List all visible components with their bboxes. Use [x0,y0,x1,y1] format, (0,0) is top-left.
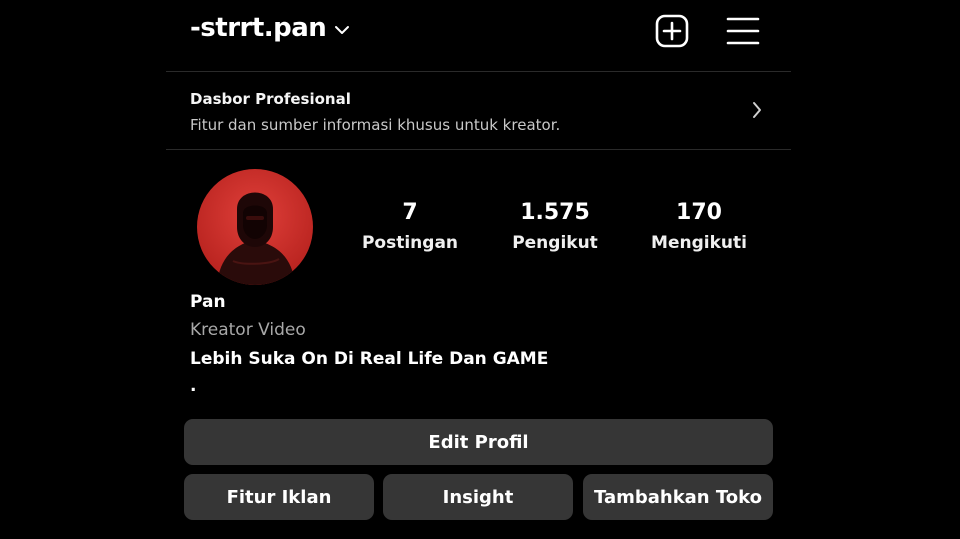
insight-button[interactable]: Insight [383,474,573,520]
posts-label: Postingan [361,233,459,253]
following-label: Mengikuti [651,233,747,253]
chevron-right-icon [751,101,763,123]
bio-text: Lebih Suka On Di Real Life Dan GAME [190,349,549,369]
add-shop-button[interactable]: Tambahkan Toko [583,474,773,520]
posts-count[interactable]: 7 Postingan [350,198,470,256]
hamburger-menu-icon [726,17,760,45]
posts-value: 7 [402,200,418,225]
professional-dashboard-link[interactable]: Dasbor Profesional Fitur dan sumber info… [166,72,791,149]
dashboard-title: Dasbor Profesional [190,90,351,108]
profile-header: -strrt.pan [166,0,791,72]
plus-square-icon [655,14,689,48]
followers-count[interactable]: 1.575 Pengikut [495,198,615,256]
profile-screen: -strrt.pan Dasbor Profesional Fitur dan … [166,0,791,539]
followers-value: 1.575 [520,200,590,225]
following-value: 170 [676,200,722,225]
ad-tools-button[interactable]: Fitur Iklan [184,474,374,520]
bio-extra-line: . [190,376,197,396]
followers-label: Pengikut [512,233,598,253]
chevron-down-icon [334,20,350,39]
menu-button[interactable] [726,14,760,48]
account-switcher[interactable]: -strrt.pan [190,13,350,43]
username: -strrt.pan [190,13,327,43]
dashboard-subtitle: Fitur dan sumber informasi khusus untuk … [190,116,561,134]
following-count[interactable]: 170 Mengikuti [639,198,759,256]
create-post-button[interactable] [655,14,689,48]
avatar[interactable] [197,169,313,285]
edit-profile-button[interactable]: Edit Profil [184,419,773,465]
display-name: Pan [190,292,226,312]
profile-category: Kreator Video [190,320,306,340]
dashboard-divider [166,149,791,150]
